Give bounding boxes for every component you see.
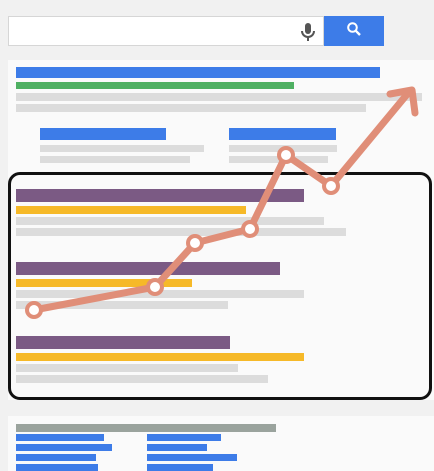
trend-point [186,234,204,252]
trend-point [322,177,340,195]
trend-point [25,301,43,319]
trend-point [241,220,259,238]
trend-point [146,278,164,296]
upward-trend-arrow-icon [25,86,419,319]
trend-point [277,146,295,164]
trend-line [30,88,413,314]
